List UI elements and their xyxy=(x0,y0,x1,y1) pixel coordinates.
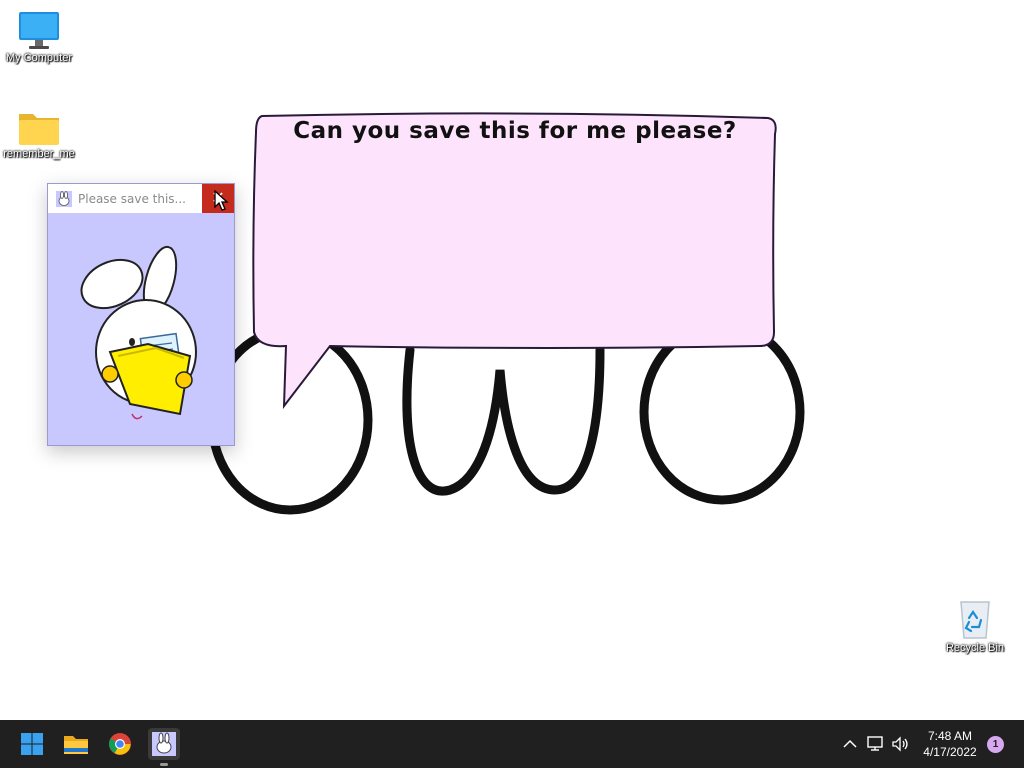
active-app-indicator xyxy=(160,763,168,766)
recycle-bin-icon xyxy=(960,601,990,639)
start-button[interactable] xyxy=(16,728,48,760)
file-explorer-icon xyxy=(64,736,88,754)
desktop-icon-recycle-bin[interactable]: Recycle Bin xyxy=(936,596,1014,655)
desktop-icon-label: remember_me xyxy=(3,148,75,160)
speech-bubble-text: Can you save this for me please? xyxy=(293,118,737,144)
mouse-cursor-icon xyxy=(214,190,229,211)
clock-time: 7:48 AM xyxy=(927,729,973,743)
popup-window[interactable]: Please save this... ✕ xyxy=(47,183,235,446)
desktop-icon-label: Recycle Bin xyxy=(945,642,1005,654)
chevron-up-icon[interactable] xyxy=(840,734,860,754)
bunny-holding-folder-art xyxy=(80,245,197,420)
taskbar-file-explorer[interactable] xyxy=(60,728,92,760)
speech-bubble xyxy=(252,112,777,410)
desktop-icon-label: My Computer xyxy=(5,52,73,64)
folder-icon xyxy=(19,114,59,145)
chrome-icon xyxy=(109,733,131,755)
notification-badge[interactable]: 1 xyxy=(987,736,1004,753)
taskbar-chrome[interactable] xyxy=(104,728,136,760)
popup-titlebar[interactable]: Please save this... ✕ xyxy=(48,184,234,213)
network-icon[interactable] xyxy=(866,734,886,754)
taskbar-clock[interactable]: 7:48 AM 4/17/2022 xyxy=(912,728,988,760)
desktop: My Computer remember_me Recycle Bin Can … xyxy=(0,0,1024,720)
monitor-icon xyxy=(19,12,59,49)
windows-start-icon xyxy=(21,733,43,755)
bunny-app-icon xyxy=(56,190,72,207)
clock-date: 4/17/2022 xyxy=(923,745,977,759)
taskbar: 7:48 AM 4/17/2022 xyxy=(0,720,1024,768)
volume-icon[interactable] xyxy=(890,734,910,754)
desktop-icon-remember-me[interactable]: remember_me xyxy=(0,108,78,161)
bunny-app-icon xyxy=(152,732,176,756)
taskbar-bunny-app[interactable] xyxy=(148,728,180,766)
desktop-icon-my-computer[interactable]: My Computer xyxy=(0,10,78,65)
popup-title: Please save this... xyxy=(78,191,186,206)
